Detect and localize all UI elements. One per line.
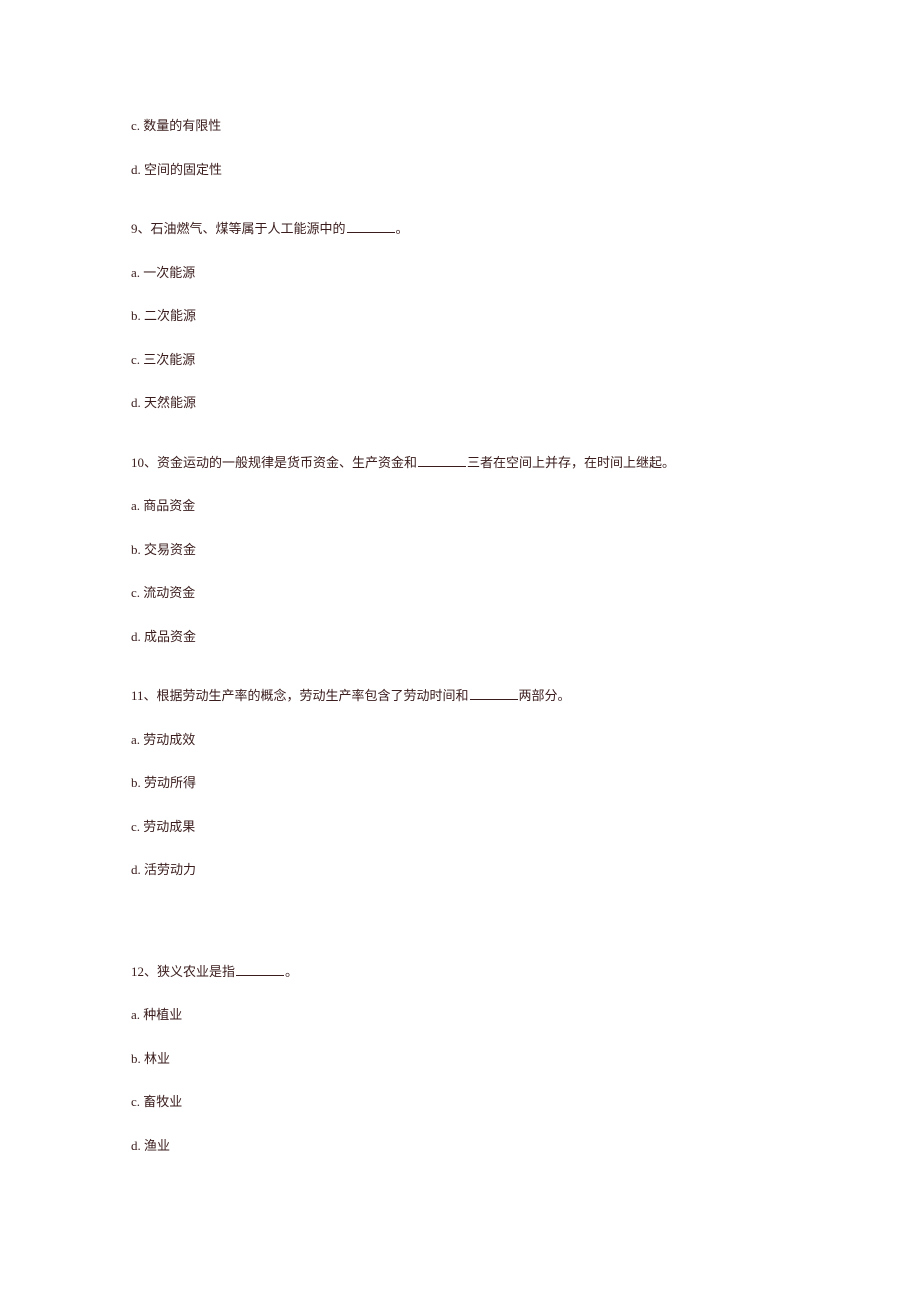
question-9: 9、石油燃气、煤等属于人工能源中的 。 [131, 219, 789, 239]
question-12-option-a: a. 种植业 [131, 1005, 789, 1025]
question-9-suffix: 。 [396, 221, 409, 236]
question-12-prefix: 12、狭义农业是指 [131, 964, 235, 979]
question-11-option-d: d. 活劳动力 [131, 860, 789, 880]
question-12: 12、狭义农业是指 。 [131, 962, 789, 982]
question-10-option-d: d. 成品资金 [131, 627, 789, 647]
question-12-suffix: 。 [285, 964, 298, 979]
blank-12 [236, 975, 284, 976]
blank-10 [418, 466, 466, 467]
question-12-option-d: d. 渔业 [131, 1136, 789, 1156]
question-10: 10、资金运动的一般规律是货币资金、生产资金和 三者在空间上并存，在时间上继起。 [131, 453, 789, 473]
question-11-option-a: a. 劳动成效 [131, 730, 789, 750]
question-10-prefix: 10、资金运动的一般规律是货币资金、生产资金和 [131, 455, 417, 470]
question-11-option-c: c. 劳动成果 [131, 817, 789, 837]
question-12-option-c: c. 畜牧业 [131, 1092, 789, 1112]
question-9-prefix: 9、石油燃气、煤等属于人工能源中的 [131, 221, 346, 236]
question-12-option-b: b. 林业 [131, 1049, 789, 1069]
question-11-prefix: 11、根据劳动生产率的概念，劳动生产率包含了劳动时间和 [131, 688, 469, 703]
question-10-suffix: 三者在空间上并存，在时间上继起。 [467, 455, 675, 470]
blank-11 [470, 699, 518, 700]
question-10-option-c: c. 流动资金 [131, 583, 789, 603]
question-9-option-a: a. 一次能源 [131, 263, 789, 283]
question-10-option-b: b. 交易资金 [131, 540, 789, 560]
question-9-option-c: c. 三次能源 [131, 350, 789, 370]
orphan-option-d: d. 空间的固定性 [131, 160, 789, 180]
question-11-suffix: 两部分。 [519, 688, 571, 703]
blank-9 [347, 232, 395, 233]
question-11-option-b: b. 劳动所得 [131, 773, 789, 793]
question-10-option-a: a. 商品资金 [131, 496, 789, 516]
question-9-option-d: d. 天然能源 [131, 393, 789, 413]
question-11: 11、根据劳动生产率的概念，劳动生产率包含了劳动时间和 两部分。 [131, 686, 789, 706]
question-9-option-b: b. 二次能源 [131, 306, 789, 326]
orphan-option-c: c. 数量的有限性 [131, 116, 789, 136]
